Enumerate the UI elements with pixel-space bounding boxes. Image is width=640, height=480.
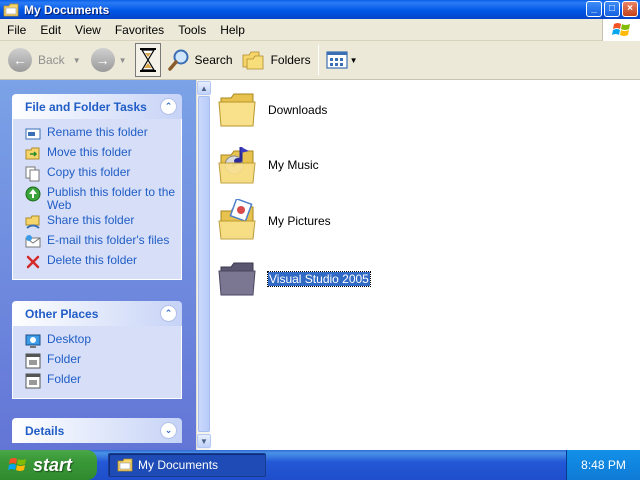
menu-favorites[interactable]: Favorites bbox=[108, 23, 171, 37]
taskbar: start My Documents 8:48 PM bbox=[0, 450, 640, 480]
panel-title: Other Places bbox=[25, 306, 99, 321]
pictures-folder-icon bbox=[217, 197, 261, 243]
move-icon bbox=[25, 146, 41, 162]
folder-icon bbox=[117, 458, 133, 472]
place-desktop[interactable]: Desktop bbox=[25, 331, 181, 351]
menu-edit[interactable]: Edit bbox=[33, 23, 68, 37]
scrollbar-thumb[interactable] bbox=[198, 96, 210, 432]
toolbar: ← Back ▼ → ▼ Search Folders ▼ bbox=[0, 41, 640, 80]
chevron-down-icon: ▼ bbox=[118, 55, 127, 65]
windows-logo-icon bbox=[602, 19, 640, 41]
folders-icon bbox=[242, 51, 263, 70]
folder-icon bbox=[217, 88, 261, 132]
task-rename-folder[interactable]: Rename this folder bbox=[25, 124, 181, 144]
close-button[interactable]: × bbox=[622, 1, 638, 17]
task-pane: File and Folder Tasks ⌃ Rename this fold… bbox=[0, 80, 196, 450]
file-list: Downloads My Music My Pictures Visual St… bbox=[211, 80, 640, 450]
title-bar[interactable]: My Documents _ □ × bbox=[0, 0, 640, 19]
folders-button[interactable]: Folders bbox=[237, 44, 315, 76]
task-delete-folder[interactable]: Delete this folder bbox=[25, 252, 181, 272]
chevron-down-icon: ▼ bbox=[349, 55, 358, 65]
back-label: Back bbox=[38, 53, 65, 67]
hourglass-icon bbox=[139, 48, 156, 72]
start-button[interactable]: start bbox=[0, 450, 97, 480]
views-button[interactable]: ▼ bbox=[322, 44, 364, 76]
email-icon bbox=[25, 234, 41, 250]
panel-header[interactable]: Details ⌄ bbox=[12, 418, 182, 443]
maximize-button[interactable]: □ bbox=[604, 1, 620, 17]
expand-down-icon[interactable]: ⌄ bbox=[160, 422, 177, 439]
forward-button[interactable]: → ▼ bbox=[87, 44, 133, 76]
up-folder-button[interactable] bbox=[134, 43, 161, 77]
clock[interactable]: 8:48 PM bbox=[581, 458, 626, 472]
task-publish-web[interactable]: Publish this folder to the Web bbox=[25, 184, 181, 212]
folders-label: Folders bbox=[270, 53, 311, 67]
task-share-folder[interactable]: Share this folder bbox=[25, 212, 181, 232]
taskbar-window-label: My Documents bbox=[138, 458, 219, 472]
system-tray: 8:48 PM bbox=[566, 450, 640, 480]
folder-icon bbox=[3, 3, 19, 17]
taskbar-window-my-documents[interactable]: My Documents bbox=[108, 453, 266, 477]
file-item-my-pictures[interactable]: My Pictures bbox=[217, 197, 331, 243]
forward-arrow-icon: → bbox=[90, 48, 115, 72]
start-label: start bbox=[33, 454, 73, 475]
share-icon bbox=[25, 214, 41, 230]
task-pane-scrollbar[interactable]: ▲ ▼ bbox=[196, 80, 211, 450]
search-button[interactable]: Search bbox=[163, 44, 237, 76]
menu-bar: File Edit View Favorites Tools Help bbox=[0, 19, 640, 41]
search-label: Search bbox=[194, 53, 233, 67]
menu-help[interactable]: Help bbox=[213, 23, 252, 37]
panel-title: File and Folder Tasks bbox=[25, 99, 147, 114]
folder-window-icon bbox=[25, 373, 41, 389]
rename-icon bbox=[25, 126, 41, 142]
task-copy-folder[interactable]: Copy this folder bbox=[25, 164, 181, 184]
other-places-panel: Other Places ⌃ Desktop Folder Folder bbox=[12, 301, 182, 399]
minimize-button[interactable]: _ bbox=[586, 1, 602, 17]
file-folder-tasks-panel: File and Folder Tasks ⌃ Rename this fold… bbox=[12, 94, 182, 280]
back-arrow-icon: ← bbox=[8, 48, 32, 72]
task-email-files[interactable]: E-mail this folder's files bbox=[25, 232, 181, 252]
menu-view[interactable]: View bbox=[68, 23, 108, 37]
panel-header[interactable]: Other Places ⌃ bbox=[12, 301, 182, 326]
collapse-up-icon[interactable]: ⌃ bbox=[160, 98, 177, 115]
menu-tools[interactable]: Tools bbox=[171, 23, 213, 37]
file-item-visual-studio-2005[interactable]: Visual Studio 2005 bbox=[217, 257, 371, 301]
panel-header[interactable]: File and Folder Tasks ⌃ bbox=[12, 94, 182, 119]
delete-icon bbox=[25, 254, 41, 270]
search-icon bbox=[167, 49, 189, 71]
toolbar-separator bbox=[317, 45, 319, 75]
place-folder-1[interactable]: Folder bbox=[25, 351, 181, 371]
music-folder-icon bbox=[217, 143, 261, 187]
publish-web-icon bbox=[25, 186, 41, 202]
collapse-up-icon[interactable]: ⌃ bbox=[160, 305, 177, 322]
scroll-up-icon[interactable]: ▲ bbox=[197, 81, 211, 95]
scroll-down-icon[interactable]: ▼ bbox=[197, 434, 211, 448]
desktop-icon bbox=[25, 333, 41, 349]
details-panel: Details ⌄ bbox=[12, 418, 182, 443]
place-folder-2[interactable]: Folder bbox=[25, 371, 181, 391]
panel-title: Details bbox=[25, 423, 65, 438]
folder-window-icon bbox=[25, 353, 41, 369]
views-icon bbox=[325, 51, 348, 69]
windows-logo-icon bbox=[8, 458, 26, 471]
dark-folder-icon bbox=[217, 257, 261, 301]
task-move-folder[interactable]: Move this folder bbox=[25, 144, 181, 164]
window-title: My Documents bbox=[24, 2, 110, 17]
file-item-my-music[interactable]: My Music bbox=[217, 143, 319, 187]
file-item-downloads[interactable]: Downloads bbox=[217, 88, 327, 132]
menu-file[interactable]: File bbox=[0, 23, 33, 37]
chevron-down-icon: ▼ bbox=[72, 55, 81, 65]
copy-icon bbox=[25, 166, 41, 182]
back-button[interactable]: ← Back ▼ bbox=[4, 44, 87, 76]
